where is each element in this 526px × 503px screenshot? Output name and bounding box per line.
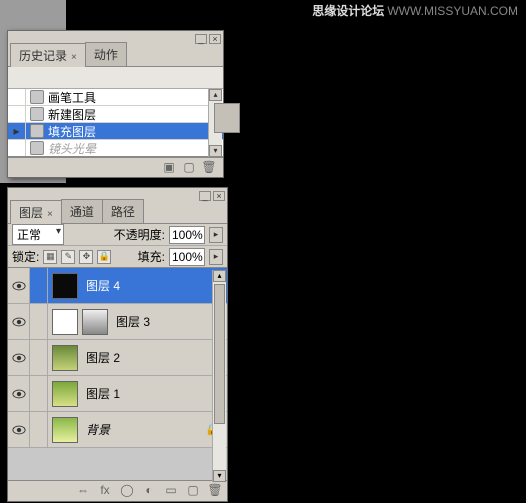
layer-name[interactable]: 图层 1	[86, 385, 120, 402]
tab-history[interactable]: 历史记录×	[10, 43, 86, 67]
lock-position-icon[interactable]: ✥	[79, 250, 93, 264]
history-row[interactable]: 画笔工具	[8, 89, 223, 106]
layer-mask-icon[interactable]: ◯	[119, 483, 135, 497]
new-document-icon[interactable]: ▢	[181, 160, 197, 174]
minimize-button[interactable]: _	[199, 191, 211, 201]
scroll-thumb[interactable]	[214, 284, 225, 424]
history-tabs: 历史记录× 动作	[8, 47, 223, 67]
watermark-url: WWW.MISSYUAN.COM	[387, 4, 518, 18]
history-item-label: 填充图层	[48, 123, 96, 140]
layers-scrollbar[interactable]: ▴ ▾	[212, 270, 226, 482]
history-row[interactable]: ▸ 填充图层	[8, 123, 223, 140]
lock-all-icon[interactable]: 🔒	[97, 250, 111, 264]
scroll-down-arrow[interactable]: ▾	[213, 470, 226, 482]
history-snapshot-area	[8, 67, 223, 89]
opacity-input[interactable]: 100%	[169, 226, 205, 244]
layer-mask-thumbnail[interactable]	[82, 309, 108, 335]
tab-actions[interactable]: 动作	[85, 42, 127, 66]
tab-channels[interactable]: 通道	[61, 199, 103, 223]
layer-name[interactable]: 图层 2	[86, 349, 120, 366]
history-item-label: 画笔工具	[48, 89, 96, 106]
new-layer-icon[interactable]: ▢	[185, 483, 201, 497]
layer-thumbnail[interactable]	[52, 273, 78, 299]
layers-tabs: 图层× 通道 路径	[8, 204, 227, 224]
scroll-thumb[interactable]	[214, 103, 240, 133]
link-cell[interactable]	[30, 376, 48, 411]
history-item-label: 镜头光晕	[48, 140, 96, 157]
layer-thumbnail[interactable]	[52, 345, 78, 371]
layer-thumbnail[interactable]	[52, 417, 78, 443]
lock-transparency-icon[interactable]: ▦	[43, 250, 57, 264]
brush-icon	[30, 90, 44, 104]
tab-close-icon[interactable]: ×	[47, 209, 53, 220]
visibility-toggle[interactable]	[8, 376, 30, 411]
tab-close-icon[interactable]: ×	[71, 52, 77, 63]
lock-label: 锁定:	[12, 248, 39, 265]
tab-layers[interactable]: 图层×	[10, 200, 62, 224]
scroll-down-arrow[interactable]: ▾	[209, 145, 222, 157]
history-list: 画笔工具 新建图层 ▸填充图层 镜头光晕 混合更改	[8, 89, 223, 157]
link-cell[interactable]	[30, 268, 48, 303]
visibility-toggle[interactable]	[8, 304, 30, 339]
history-row[interactable]: 镜头光晕	[8, 140, 223, 157]
blend-mode-select[interactable]: 正常	[12, 224, 64, 245]
visibility-toggle[interactable]	[8, 412, 30, 447]
layer-name[interactable]: 图层 3	[116, 313, 150, 330]
layer-lock-row: 锁定: ▦ ✎ ✥ 🔒 填充: 100% ▸	[8, 246, 227, 268]
tab-paths[interactable]: 路径	[102, 199, 144, 223]
group-icon[interactable]: ▭	[163, 483, 179, 497]
layer-thumbnail[interactable]	[52, 309, 78, 335]
fill-layer-icon	[30, 124, 44, 138]
history-footer: ▣ ▢ 🗑	[8, 157, 223, 175]
visibility-toggle[interactable]	[8, 340, 30, 375]
link-cell[interactable]	[30, 340, 48, 375]
layer-style-icon[interactable]: fx	[97, 483, 113, 497]
opacity-label: 不透明度:	[114, 226, 165, 243]
layer-row[interactable]: 背景🔒	[8, 412, 227, 448]
link-layers-icon[interactable]: ⇔	[75, 483, 91, 497]
scroll-up-arrow[interactable]: ▴	[209, 89, 222, 101]
layer-options-row: 正常 不透明度: 100% ▸	[8, 224, 227, 246]
lock-pixels-icon[interactable]: ✎	[61, 250, 75, 264]
history-marker-icon: ▸	[8, 123, 26, 139]
layer-row[interactable]: 图层 1	[8, 376, 227, 412]
scroll-up-arrow[interactable]: ▴	[213, 270, 226, 282]
trash-icon[interactable]: 🗑	[207, 483, 223, 497]
lens-flare-icon	[30, 141, 44, 155]
layer-row[interactable]: 图层 4	[8, 268, 227, 304]
history-item-label: 新建图层	[48, 106, 96, 123]
link-cell[interactable]	[30, 412, 48, 447]
minimize-button[interactable]: _	[195, 34, 207, 44]
new-layer-icon	[30, 107, 44, 121]
history-row[interactable]: 新建图层	[8, 106, 223, 123]
close-button[interactable]: ×	[213, 191, 225, 201]
layer-name[interactable]: 背景	[86, 421, 110, 438]
fill-flyout-button[interactable]: ▸	[209, 249, 223, 265]
adjustment-layer-icon[interactable]: ◐	[141, 483, 157, 497]
link-cell[interactable]	[30, 304, 48, 339]
history-panel: _ × 历史记录× 动作 画笔工具 新建图层 ▸填充图层 镜头光晕 混合更改 ▴…	[7, 30, 224, 178]
watermark: 思缘设计论坛 WWW.MISSYUAN.COM	[312, 2, 518, 19]
layers-footer: ⇔ fx ◯ ◐ ▭ ▢ 🗑	[8, 480, 227, 498]
opacity-flyout-button[interactable]: ▸	[209, 227, 223, 243]
watermark-brand: 思缘设计论坛	[312, 4, 384, 18]
layer-row[interactable]: 图层 3	[8, 304, 227, 340]
layers-panel: _ × 图层× 通道 路径 正常 不透明度: 100% ▸ 锁定: ▦ ✎ ✥ …	[7, 187, 228, 502]
fill-input[interactable]: 100%	[169, 248, 205, 266]
fill-label: 填充:	[138, 248, 165, 265]
layer-thumbnail[interactable]	[52, 381, 78, 407]
close-button[interactable]: ×	[209, 34, 221, 44]
visibility-toggle[interactable]	[8, 268, 30, 303]
trash-icon[interactable]: 🗑	[201, 160, 217, 174]
layer-row[interactable]: 图层 2	[8, 340, 227, 376]
history-scrollbar[interactable]: ▴ ▾	[208, 89, 222, 157]
layer-name[interactable]: 图层 4	[86, 277, 120, 294]
layers-list: 图层 4 图层 3 图层 2 图层 1 背景🔒	[8, 268, 227, 480]
new-snapshot-icon[interactable]: ▣	[161, 160, 177, 174]
